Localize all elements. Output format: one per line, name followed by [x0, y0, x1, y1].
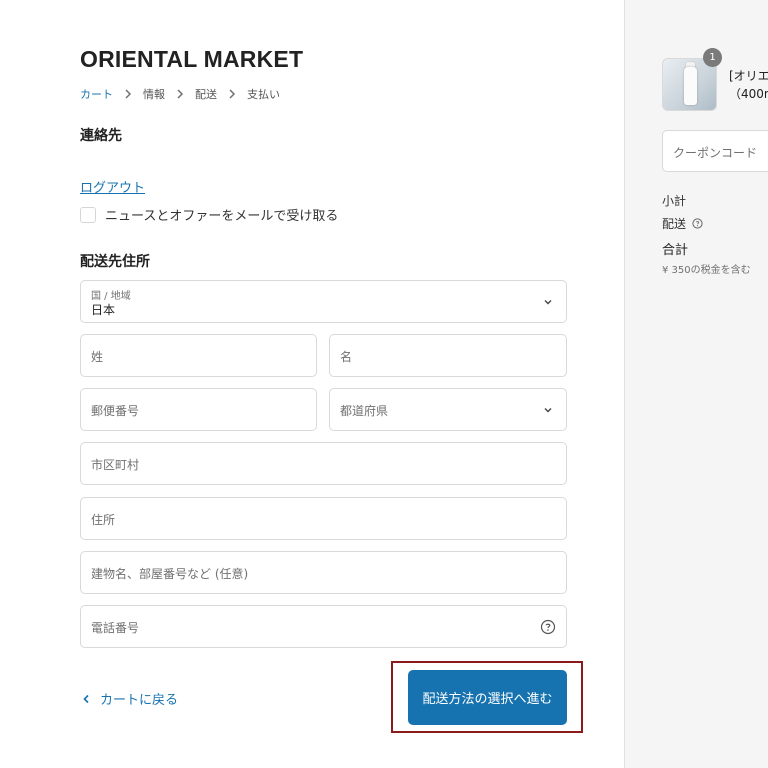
breadcrumb: カート 情報 配送 支払い	[80, 86, 280, 102]
city-field[interactable]: 市区町村	[80, 442, 567, 485]
postal-code-placeholder: 郵便番号	[91, 404, 140, 418]
phone-field[interactable]: 電話番号	[80, 605, 567, 648]
tax-note: ¥ 350の税金を含む	[662, 265, 751, 276]
checkout-main: ORIENTAL MARKET カート 情報 配送 支払い 連絡先 ログアウト …	[0, 0, 624, 768]
country-value: 日本	[91, 303, 116, 317]
store-title[interactable]: ORIENTAL MARKET	[80, 46, 303, 73]
breadcrumb-shipping: 配送	[195, 88, 217, 101]
chevron-down-icon	[542, 404, 554, 416]
total-label: 合計	[662, 243, 689, 258]
building-placeholder: 建物名、部屋番号など (任意)	[91, 567, 249, 581]
building-field[interactable]: 建物名、部屋番号など (任意)	[80, 551, 567, 594]
last-name-placeholder: 姓	[91, 350, 104, 364]
newsletter-checkbox[interactable]	[80, 206, 96, 223]
contact-section-title: 連絡先	[80, 128, 122, 144]
quantity-badge: 1	[703, 48, 722, 67]
breadcrumb-info: 情報	[143, 88, 165, 101]
back-to-cart-link[interactable]: カートに戻る	[80, 689, 178, 708]
first-name-field[interactable]: 名	[329, 334, 567, 377]
chevron-left-icon	[83, 694, 89, 703]
back-to-cart-label: カートに戻る	[100, 693, 179, 708]
prefecture-placeholder: 都道府県	[340, 404, 389, 418]
chevron-right-icon	[225, 87, 239, 101]
country-select[interactable]: 国 / 地域 日本	[80, 280, 567, 323]
coupon-input[interactable]: クーポンコード	[662, 130, 768, 172]
product-name-line1: [オリエ	[729, 69, 768, 83]
phone-placeholder: 電話番号	[91, 621, 140, 635]
logout-link[interactable]: ログアウト	[80, 177, 145, 196]
city-placeholder: 市区町村	[91, 458, 140, 472]
order-summary-sidebar: 1 [オリエ （400m クーポンコード 小計 配送 合計 ¥ 350の税金を含…	[624, 0, 768, 768]
product-name: [オリエ （400m	[729, 67, 768, 103]
address-field[interactable]: 住所	[80, 497, 567, 540]
newsletter-label: ニュースとオファーをメールで受け取る	[105, 209, 339, 224]
chevron-down-icon	[542, 296, 554, 308]
product-name-line2: （400m	[729, 87, 768, 101]
info-circle-icon[interactable]	[692, 218, 703, 229]
address-placeholder: 住所	[91, 513, 116, 527]
bottle-body	[684, 67, 697, 105]
chevron-right-icon	[173, 87, 187, 101]
country-label: 国 / 地域	[91, 291, 131, 302]
postal-code-field[interactable]: 郵便番号	[80, 388, 317, 431]
prefecture-select[interactable]: 都道府県	[329, 388, 567, 431]
shipping-row: 配送	[662, 215, 703, 232]
coupon-placeholder: クーポンコード	[673, 146, 758, 160]
subtotal-row: 小計	[662, 192, 686, 209]
last-name-field[interactable]: 姓	[80, 334, 317, 377]
breadcrumb-payment: 支払い	[247, 88, 280, 101]
newsletter-option[interactable]: ニュースとオファーをメールで受け取る	[80, 205, 338, 224]
continue-to-shipping-button[interactable]: 配送方法の選択へ進む	[408, 670, 567, 725]
subtotal-label: 小計	[662, 194, 687, 208]
chevron-right-icon	[121, 87, 135, 101]
shipping-address-title: 配送先住所	[80, 254, 150, 270]
breadcrumb-cart-link[interactable]: カート	[80, 86, 113, 102]
shipping-label: 配送	[662, 217, 687, 231]
first-name-placeholder: 名	[340, 350, 353, 364]
help-circle-icon[interactable]	[540, 619, 556, 635]
